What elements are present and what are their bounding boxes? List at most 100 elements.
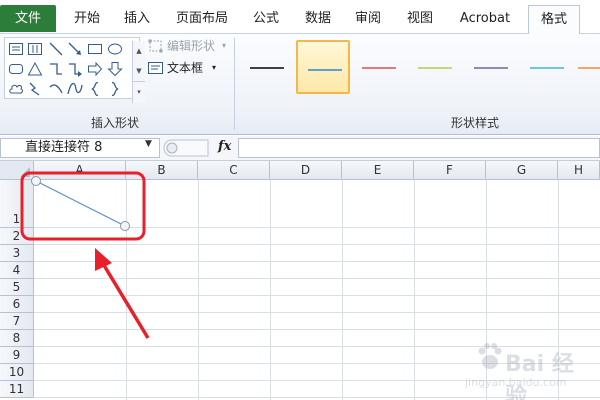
style-line [308, 69, 342, 71]
shape-style-swatch-selected[interactable] [296, 40, 350, 94]
elbow-connector-shape-icon[interactable] [48, 61, 64, 77]
column-header[interactable]: F [414, 161, 486, 180]
shape-style-swatch[interactable] [464, 40, 518, 94]
gridline [34, 329, 600, 330]
style-line [418, 67, 452, 69]
formula-bar-resize-handle[interactable] [162, 139, 212, 157]
select-all-corner[interactable] [0, 161, 34, 180]
formula-input[interactable] [238, 138, 600, 158]
name-box[interactable]: 直接连接符 8 [0, 138, 160, 158]
gallery-expand-icon[interactable]: ▾ [133, 81, 145, 101]
gridline [34, 244, 600, 245]
group-divider [234, 38, 235, 130]
watermark-url: jingyan.baidu.com [465, 376, 567, 389]
shape-style-swatch[interactable] [240, 40, 294, 94]
gridline [34, 227, 600, 228]
excel-window: 文件 开始 插入 页面布局 公式 数据 审阅 视图 Acrobat 格式 ▲ ▼… [0, 0, 600, 400]
insert-function-icon[interactable]: fx [218, 139, 231, 154]
column-header[interactable]: C [198, 161, 270, 180]
tab-file[interactable]: 文件 [0, 5, 56, 32]
row-header[interactable]: 6 [0, 296, 34, 313]
shape-gallery: ▲ ▼ ▾ [4, 37, 145, 103]
tab-insert[interactable]: 插入 [112, 5, 162, 34]
edit-shape-icon [148, 39, 163, 53]
row-header[interactable]: 11 [0, 381, 34, 398]
chevron-down-icon[interactable]: ▼ [145, 139, 152, 149]
triangle-shape-icon[interactable] [27, 61, 43, 77]
textbox-button[interactable]: 文本框 ▾ [148, 58, 234, 78]
tab-page-layout[interactable]: 页面布局 [168, 5, 236, 34]
elbow-arrow-connector-shape-icon[interactable] [67, 61, 83, 77]
shape-styles-group-label: 形状样式 [450, 116, 499, 130]
style-line [250, 67, 284, 69]
shape-style-swatch[interactable] [352, 40, 406, 94]
baidu-watermark: Bai 经验 jingyan.baidu.com [455, 334, 595, 400]
insert-shapes-group-label: 插入形状 [90, 116, 139, 130]
style-line [362, 67, 396, 69]
paw-logo-icon [478, 343, 502, 369]
textbox-shape-icon[interactable] [8, 41, 24, 57]
row-header[interactable]: 10 [0, 364, 34, 381]
curve-shape-icon[interactable] [67, 81, 83, 97]
chevron-down-icon: ▾ [212, 63, 217, 72]
ribbon-tab-bar: 文件 开始 插入 页面布局 公式 数据 审阅 视图 Acrobat 格式 [0, 0, 600, 35]
gridline [34, 261, 600, 262]
edit-shape-label: 编辑形状 [167, 39, 216, 53]
column-header[interactable]: G [486, 161, 558, 180]
gridline [34, 295, 600, 296]
gridline [270, 180, 271, 400]
row-header[interactable]: 3 [0, 245, 34, 262]
shape-style-swatch[interactable] [408, 40, 462, 94]
gridline [198, 180, 199, 400]
row-header[interactable]: 2 [0, 228, 34, 245]
right-brace-shape-icon[interactable] [107, 81, 123, 97]
rectangle-shape-icon[interactable] [87, 41, 103, 57]
gridline [34, 278, 600, 279]
down-arrow-shape-icon[interactable] [107, 61, 123, 77]
tab-format[interactable]: 格式 [528, 5, 580, 35]
column-header[interactable]: B [126, 161, 198, 180]
tab-data[interactable]: 数据 [294, 5, 342, 34]
column-header[interactable]: H [558, 161, 600, 180]
arrow-line-shape-icon[interactable] [67, 41, 83, 57]
gridline [414, 180, 415, 400]
textbox-label: 文本框 [167, 61, 204, 75]
shape-styles-gallery [238, 36, 600, 102]
arc-shape-icon[interactable] [48, 81, 64, 97]
row-header[interactable]: 4 [0, 262, 34, 279]
tab-view[interactable]: 视图 [396, 5, 444, 34]
left-brace-shape-icon[interactable] [87, 81, 103, 97]
row-header[interactable]: 1 [0, 180, 34, 228]
watermark-brand: Bai 经验 [505, 352, 574, 400]
tab-formulas[interactable]: 公式 [242, 5, 290, 34]
lightning-shape-icon[interactable] [27, 81, 43, 97]
column-header[interactable]: D [270, 161, 342, 180]
scroll-up-icon[interactable]: ▲ [133, 41, 145, 61]
textbox-icon [148, 62, 163, 74]
gridline [342, 180, 343, 400]
scroll-down-icon[interactable]: ▼ [133, 61, 145, 81]
row-header[interactable]: 8 [0, 330, 34, 347]
tab-home[interactable]: 开始 [62, 5, 112, 34]
row-header[interactable]: 5 [0, 279, 34, 296]
style-line [578, 67, 600, 69]
edit-shape-button[interactable]: 编辑形状 ▾ [148, 36, 234, 56]
tab-acrobat[interactable]: Acrobat [452, 5, 518, 34]
gridline [126, 180, 127, 400]
right-arrow-shape-icon[interactable] [87, 61, 103, 77]
shape-style-swatch[interactable] [568, 40, 600, 94]
oval-shape-icon[interactable] [107, 41, 123, 57]
column-header[interactable]: E [342, 161, 414, 180]
row-header[interactable]: 9 [0, 347, 34, 364]
line-shape-icon[interactable] [48, 41, 64, 57]
formula-bar: 直接连接符 8 ▼ fx [0, 136, 600, 161]
select-all-triangle-icon [20, 167, 30, 177]
column-header[interactable]: A [34, 161, 126, 180]
tab-review[interactable]: 审阅 [344, 5, 392, 34]
shape-style-swatch[interactable] [520, 40, 574, 94]
vertical-textbox-shape-icon[interactable] [27, 41, 43, 57]
shape-gallery-scrollbar[interactable]: ▲ ▼ ▾ [132, 41, 145, 103]
row-header[interactable]: 7 [0, 313, 34, 330]
rounded-rectangle-shape-icon[interactable] [8, 61, 24, 77]
cloud-shape-icon[interactable] [8, 81, 24, 97]
